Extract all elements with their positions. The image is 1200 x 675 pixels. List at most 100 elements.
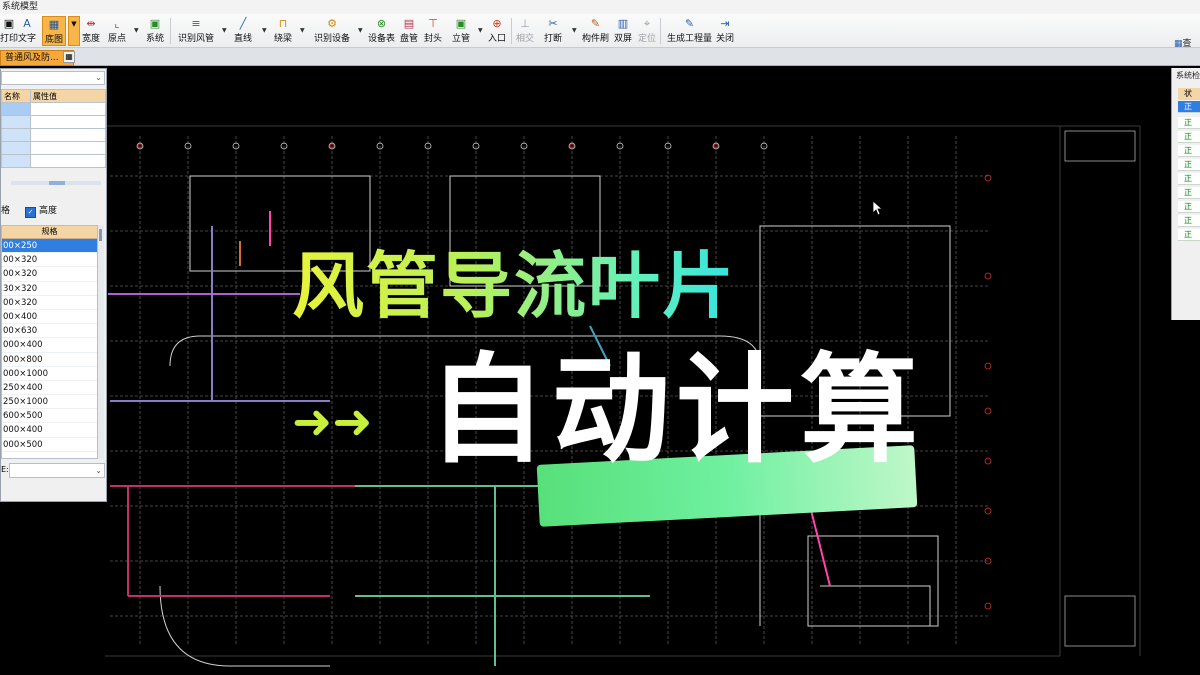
coil-button[interactable]: ▤ 盘管 — [400, 16, 418, 46]
break-dropdown-icon[interactable]: ▼ — [572, 27, 577, 34]
chevron-down-icon: ⌄ — [95, 466, 102, 475]
chevron-down-icon: ⌄ — [95, 73, 102, 82]
toolbar-divider — [511, 18, 512, 44]
riser-dropdown-icon[interactable]: ▼ — [478, 27, 483, 34]
system-button[interactable]: ▣ 系统 — [146, 16, 164, 46]
table-row[interactable]: 正 — [1178, 145, 1200, 157]
identify-duct-dropdown-icon[interactable]: ▼ — [222, 27, 227, 34]
break-icon: ✂ — [548, 17, 558, 30]
table-row[interactable] — [1, 128, 106, 142]
table-row[interactable]: 正 — [1178, 187, 1200, 199]
spec-list-scrollbar[interactable] — [98, 225, 104, 459]
list-item[interactable]: 000×1000 — [2, 367, 97, 381]
window-title: 系统模型 — [0, 0, 1200, 14]
list-item[interactable]: 250×400 — [2, 381, 97, 396]
table-row[interactable] — [1, 102, 106, 116]
bottom-selector-dropdown[interactable]: ⌄ — [9, 463, 105, 478]
list-item[interactable]: 00×320 — [2, 296, 97, 310]
around-beam-icon: ⊓ — [278, 17, 288, 30]
riser-button[interactable]: ▣ 立管 — [452, 16, 470, 46]
text-button[interactable]: A 文字 — [18, 16, 36, 46]
coil-icon: ▤ — [403, 17, 415, 30]
list-item[interactable]: 000×800 — [2, 353, 97, 367]
list-item[interactable]: 00×400 — [2, 310, 97, 325]
line-dropdown-icon[interactable]: ▼ — [262, 27, 267, 34]
toolbar: ▣ 打印 A 文字 ▦ 底图 ▼ ⇹ 宽度 ⌞ 原点 ▼ ▣ 系统 ≡ 识别风管 ▼ ╱ 直线 … — [0, 14, 1200, 49]
double-arrow-icon: ➜➜ — [292, 394, 373, 450]
width-icon: ⇹ — [86, 17, 96, 30]
list-item[interactable]: 30×320 — [2, 282, 97, 296]
table-row[interactable]: 正 — [1178, 173, 1200, 185]
table-row[interactable]: 正 — [1178, 117, 1200, 129]
base-map-dropdown[interactable]: ▼ — [68, 16, 80, 46]
dual-screen-icon: ▥ — [617, 17, 629, 30]
generate-quantity-button[interactable]: ✎ 生成工程量 — [667, 16, 712, 46]
print-button[interactable]: ▣ 打印 — [0, 16, 18, 46]
origin-dropdown-icon[interactable]: ▼ — [134, 27, 139, 34]
line-button[interactable]: ╱ 直线 — [234, 16, 252, 46]
prop-value-header: 属性值 — [30, 89, 106, 103]
dual-screen-button[interactable]: ▥ 双屏 — [614, 16, 632, 46]
checkbox-checked-icon[interactable]: ✓ — [25, 207, 36, 218]
component-brush-icon: ✎ — [590, 17, 601, 30]
list-item[interactable]: 600×500 — [2, 409, 97, 424]
list-item[interactable]: 00×320 — [2, 267, 97, 282]
spec-list: 规格 00×250 00×320 00×320 30×320 00×320 00… — [1, 225, 98, 459]
table-row[interactable]: 正 — [1178, 201, 1200, 213]
scrollbar-thumb[interactable] — [99, 229, 102, 241]
list-item[interactable]: 00×630 — [2, 324, 97, 339]
intersect-button[interactable]: ⊥ 相交 — [516, 16, 534, 46]
list-item[interactable]: 000×400 — [2, 423, 97, 438]
equipment-table-button[interactable]: ⊗ 设备表 — [368, 16, 395, 46]
property-filter-dropdown[interactable]: ⌄ — [1, 71, 105, 85]
table-row[interactable] — [1, 154, 106, 168]
close-button[interactable]: ⇥ 关闭 — [716, 16, 734, 46]
around-beam-button[interactable]: ⊓ 绕梁 — [274, 16, 292, 46]
list-item[interactable]: 000×500 — [2, 438, 97, 452]
subline-title: 自动计算 — [428, 341, 925, 479]
bottom-selector-label: E: — [1, 465, 9, 474]
text-icon: A — [23, 17, 31, 30]
property-panel: ⌄ 名称 属性值 格 ✓ 高度 规格 00×250 00×320 00×320 30… — [0, 68, 107, 502]
identify-equipment-button[interactable]: ⚙ 识别设备 — [314, 16, 350, 46]
panel-splitter[interactable] — [11, 181, 101, 185]
identify-duct-icon: ≡ — [191, 17, 201, 30]
identify-equipment-dropdown-icon[interactable]: ▼ — [358, 27, 363, 34]
list-item[interactable]: 00×250 — [2, 239, 97, 254]
end-cap-button[interactable]: ⊤ 封头 — [424, 16, 442, 46]
component-brush-button[interactable]: ✎ 构件刷 — [582, 16, 609, 46]
table-row[interactable]: 正 — [1178, 159, 1200, 171]
base-map-button[interactable]: ▦ 底图 — [42, 16, 67, 46]
toolbar-divider — [660, 18, 661, 44]
identify-equipment-icon: ⚙ — [327, 17, 337, 30]
headline-title: 风管导流叶片 — [292, 244, 737, 328]
origin-button[interactable]: ⌞ 原点 — [108, 16, 126, 46]
width-button[interactable]: ⇹ 宽度 — [82, 16, 100, 46]
list-item[interactable]: 250×1000 — [2, 395, 97, 410]
table-row[interactable] — [1, 115, 106, 129]
inlet-icon: ⊕ — [492, 17, 502, 30]
table-row[interactable]: 正 — [1178, 215, 1200, 227]
height-checkbox[interactable]: ✓ 高度 — [25, 203, 57, 218]
splitter-grip-icon[interactable] — [49, 181, 65, 185]
property-table: 名称 属性值 — [1, 89, 106, 168]
table-row[interactable] — [1, 141, 106, 155]
around-beam-dropdown-icon[interactable]: ▼ — [300, 27, 305, 34]
close-icon: ⇥ — [720, 17, 730, 30]
locate-button[interactable]: ⌖ 定位 — [638, 16, 656, 46]
riser-icon: ▣ — [455, 17, 467, 30]
break-button[interactable]: ✂ 打断 — [544, 16, 562, 46]
identify-duct-button[interactable]: ≡ 识别风管 — [178, 16, 214, 46]
table-row[interactable]: 正 — [1178, 101, 1200, 113]
locate-icon: ⌖ — [643, 17, 651, 30]
status-column-header: 状 — [1178, 88, 1200, 100]
new-tab-icon[interactable]: ▦ — [63, 51, 75, 63]
list-item[interactable]: 00×320 — [2, 253, 97, 268]
list-item[interactable]: 000×400 — [2, 338, 97, 353]
table-row[interactable]: 正 — [1178, 131, 1200, 143]
table-row[interactable]: 正 — [1178, 229, 1200, 241]
generate-quantity-icon: ✎ — [684, 17, 695, 30]
system-icon: ▣ — [149, 17, 161, 30]
inlet-button[interactable]: ⊕ 入口 — [488, 16, 506, 46]
print-icon: ▣ — [3, 17, 15, 30]
